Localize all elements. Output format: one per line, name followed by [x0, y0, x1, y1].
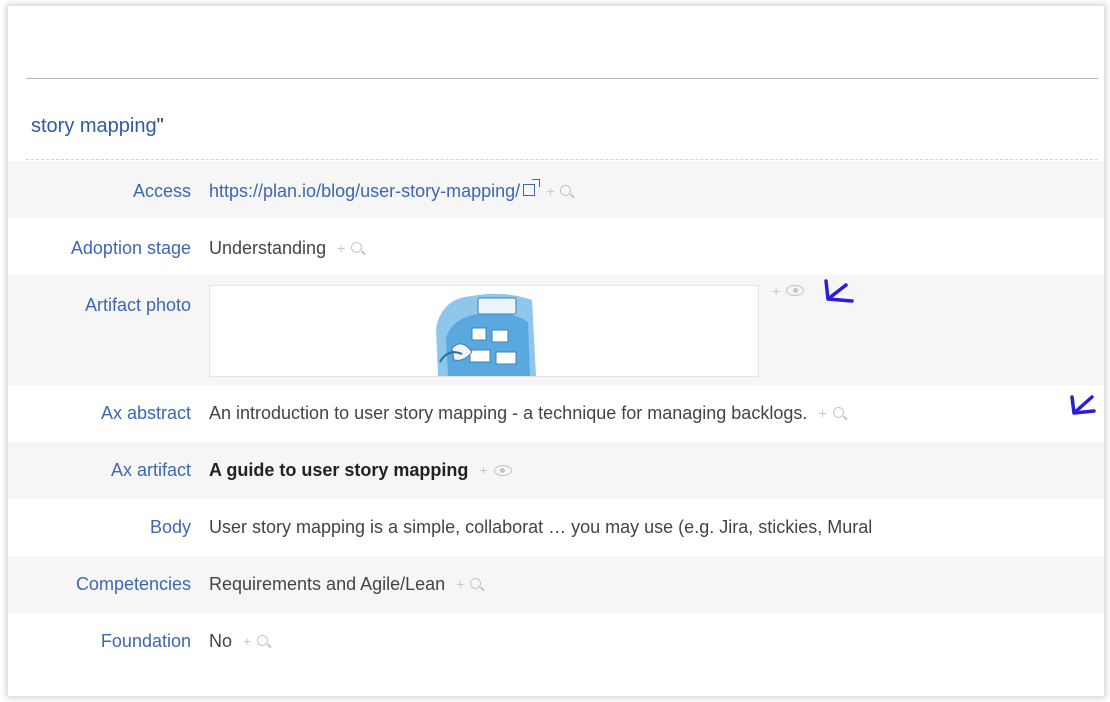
property-row-foundation: Foundation No +	[8, 613, 1104, 670]
page-frame: story mapping" Access https://plan.io/bl…	[8, 6, 1104, 696]
handwritten-arrow-annotation	[824, 279, 854, 303]
ax-artifact-title[interactable]: A guide to user story mapping	[209, 460, 468, 480]
add-icon[interactable]: +	[772, 283, 780, 299]
property-row-body: Body User story mapping is a simple, col…	[8, 499, 1104, 556]
add-icon[interactable]: +	[546, 183, 554, 199]
property-row-competencies: Competencies Requirements and Agile/Lean…	[8, 556, 1104, 613]
property-label-body: Body	[149, 517, 191, 537]
search-icon[interactable]	[560, 184, 572, 196]
search-icon[interactable]	[351, 241, 363, 253]
property-row-access: Access https://plan.io/blog/user-story-m…	[8, 161, 1104, 218]
ax-abstract-text: An introduction to user story mapping - …	[209, 403, 808, 423]
eye-icon[interactable]	[786, 285, 805, 297]
property-value-access: https://plan.io/blog/user-story-mapping/…	[209, 179, 572, 202]
page-title-suffix: "	[156, 115, 164, 137]
property-tools: +	[456, 576, 482, 594]
property-label-adoption-stage: Adoption stage	[70, 238, 191, 258]
add-icon[interactable]: +	[337, 240, 345, 256]
property-tools: +	[479, 462, 512, 480]
page-title-text: story mapping	[31, 115, 157, 137]
property-tools: +	[243, 633, 269, 651]
eye-icon[interactable]	[493, 464, 512, 476]
property-value-ax-abstract: An introduction to user story mapping - …	[209, 403, 844, 424]
add-icon[interactable]: +	[456, 576, 464, 592]
property-tools: +	[772, 283, 805, 301]
add-icon[interactable]: +	[818, 405, 826, 421]
property-row-ax-artifact: Ax artifact A guide to user story mappin…	[8, 442, 1104, 499]
foundation-text: No	[209, 631, 233, 651]
adoption-stage-text: Understanding	[209, 238, 327, 258]
property-value-foundation: No +	[209, 631, 269, 652]
property-tools: +	[546, 183, 572, 201]
property-tools: +	[818, 405, 844, 423]
access-link[interactable]: https://plan.io/blog/user-story-mapping/	[209, 181, 520, 201]
external-link-icon[interactable]	[523, 179, 541, 197]
property-value-adoption-stage: Understanding +	[209, 238, 363, 259]
handwritten-arrow-annotation	[1070, 395, 1096, 415]
add-icon[interactable]: +	[243, 633, 251, 649]
property-label-ax-abstract: Ax abstract	[100, 403, 191, 423]
artifact-photo-frame[interactable]	[209, 285, 759, 377]
property-value-ax-artifact: A guide to user story mapping +	[209, 460, 512, 481]
property-value-competencies: Requirements and Agile/Lean +	[209, 574, 482, 595]
property-row-artifact-photo: Artifact photo +	[8, 275, 1104, 385]
property-row-ax-abstract: Ax abstract An introduction to user stor…	[8, 385, 1104, 442]
header-divider	[26, 78, 1098, 79]
property-label-artifact-photo: Artifact photo	[84, 295, 191, 315]
property-value-body: User story mapping is a simple, collabor…	[209, 517, 873, 537]
property-row-adoption-stage: Adoption stage Understanding +	[8, 218, 1104, 275]
property-list: Access https://plan.io/blog/user-story-m…	[8, 161, 1104, 670]
property-label-foundation: Foundation	[100, 631, 191, 651]
property-tools: +	[337, 240, 363, 258]
search-icon[interactable]	[257, 634, 269, 646]
search-icon[interactable]	[832, 406, 844, 418]
property-label-access: Access	[132, 181, 191, 201]
search-icon[interactable]	[470, 577, 482, 589]
property-label-ax-artifact: Ax artifact	[110, 460, 191, 480]
page-title: story mapping"	[31, 114, 164, 138]
competencies-text: Requirements and Agile/Lean	[209, 574, 446, 594]
property-label-competencies: Competencies	[75, 574, 191, 594]
add-icon[interactable]: +	[479, 462, 487, 478]
artifact-photo-thumbnail[interactable]	[432, 288, 537, 376]
title-divider	[26, 159, 1098, 160]
